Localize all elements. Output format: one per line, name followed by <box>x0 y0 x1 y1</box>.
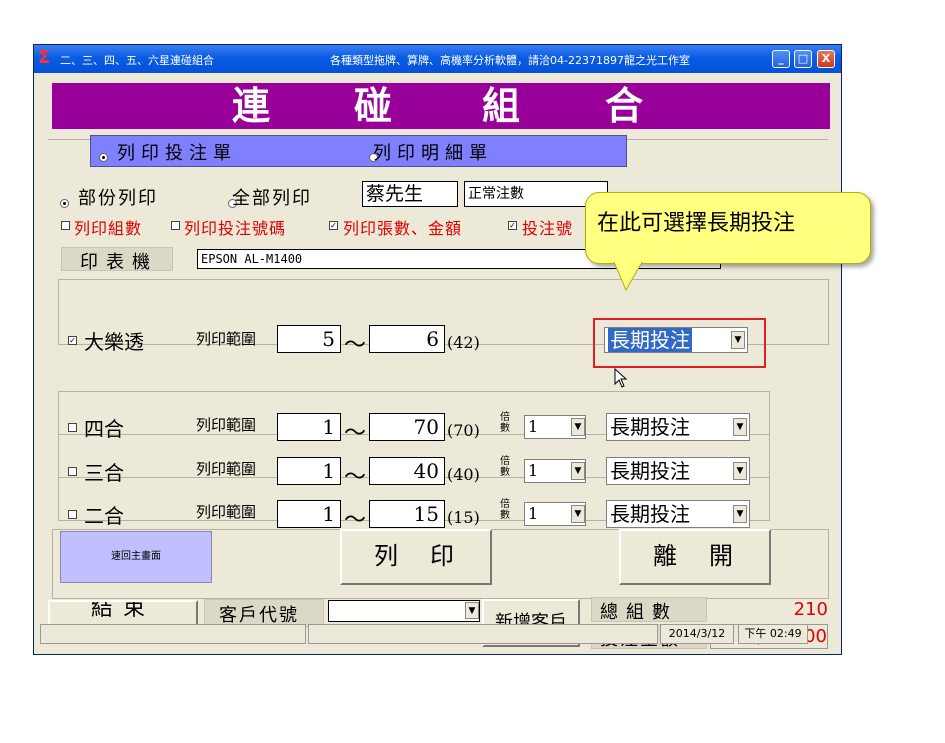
status-time: 下午 02:49 <box>738 624 808 644</box>
window-title: 二、三、四、五、六星連碰組合 <box>60 54 214 67</box>
group-count-label[interactable]: 列印組數 <box>74 215 142 239</box>
customer-code-select[interactable] <box>328 600 480 622</box>
chevron-down-icon[interactable]: ▼ <box>733 462 747 480</box>
bet-prefix-checkbox[interactable]: ✓ <box>508 221 517 230</box>
print-detail-label[interactable]: 列印明細單 <box>373 139 493 165</box>
partial-print-label[interactable]: 部份列印 <box>78 184 158 210</box>
two-range-label: 列印範圍 <box>196 503 257 521</box>
chevron-down-icon[interactable]: ▼ <box>571 462 585 480</box>
lotto-total: (42) <box>447 333 480 352</box>
three-to-input[interactable]: 40 <box>369 457 445 485</box>
three-range-label: 列印範圍 <box>196 460 257 478</box>
banner-char-2: 碰 <box>354 83 393 128</box>
three-from-input[interactable]: 1 <box>277 457 341 485</box>
highlight-box <box>593 318 766 368</box>
three-range-sep: ～ <box>344 465 367 490</box>
back-to-main-button[interactable]: 速回主畫面 <box>60 531 212 583</box>
four-to-input[interactable]: 70 <box>369 413 445 441</box>
partial-print-radio[interactable] <box>60 199 69 208</box>
print-button[interactable]: 列 印 <box>340 529 492 585</box>
print-mode-panel: 列印投注單 列印明細單 <box>90 135 627 167</box>
two-total: (15) <box>447 508 480 527</box>
banner-char-1: 連 <box>232 83 271 128</box>
total-groups-label: 總組數 <box>600 602 678 623</box>
chevron-down-icon[interactable]: ▼ <box>733 505 747 523</box>
printer-label: 印表機 <box>80 252 158 273</box>
lotto-range-sep: ～ <box>344 333 367 358</box>
two-to-input[interactable]: 15 <box>369 500 445 528</box>
customer-code-label-box: 客戶代號 <box>204 599 324 627</box>
three-total: (40) <box>447 465 480 484</box>
four-mult-label: 倍數 <box>500 412 510 434</box>
chevron-down-icon[interactable]: ▼ <box>571 505 585 523</box>
bet-numbers-label[interactable]: 列印投注號碼 <box>184 215 286 239</box>
chevron-down-icon[interactable]: ▼ <box>733 418 747 436</box>
status-cell-1 <box>40 624 306 644</box>
three-name[interactable]: 三合 <box>84 457 124 486</box>
two-from-input[interactable]: 1 <box>277 500 341 528</box>
close-button[interactable]: X <box>817 50 835 68</box>
lotto-from-input[interactable]: 5 <box>277 325 341 353</box>
group-count-checkbox[interactable] <box>61 221 70 230</box>
total-groups-label-box: 總組數 <box>591 597 707 623</box>
client-area: 連 碰 組 合 列印投注單 列印明細單 部份列印 全部列印 蔡先生 正常注數 列… <box>34 73 841 654</box>
printer-label-box: 印表機 <box>61 247 173 273</box>
all-print-label[interactable]: 全部列印 <box>232 184 312 210</box>
four-mode-select[interactable]: 長期投注 <box>606 413 750 441</box>
title-bar[interactable]: Σ 二、三、四、五、六星連碰組合 各種類型拖牌、算牌、高機率分析軟體，請洽04-… <box>34 45 841 73</box>
window-info: 各種類型拖牌、算牌、高機率分析軟體，請洽04-22371897龍之光工作室 <box>330 54 690 67</box>
banner-char-3: 組 <box>482 83 521 128</box>
status-date: 2014/3/12 <box>660 624 734 644</box>
three-mode-select[interactable]: 長期投注 <box>606 457 750 485</box>
two-mode-select[interactable]: 長期投注 <box>606 500 750 528</box>
sheets-amount-checkbox[interactable]: ✓ <box>329 221 338 230</box>
lotto-checkbox[interactable]: ✓ <box>68 336 77 345</box>
mouse-cursor-icon <box>614 368 628 388</box>
bet-prefix-label[interactable]: 投注號 <box>522 215 573 239</box>
four-checkbox[interactable] <box>68 423 77 432</box>
four-range-label: 列印範圍 <box>196 416 257 434</box>
sheets-amount-label[interactable]: 列印張數、金額 <box>343 215 462 239</box>
four-range-sep: ～ <box>344 421 367 446</box>
sigma-app-icon: Σ <box>38 47 51 68</box>
lotto-name[interactable]: 大樂透 <box>84 326 144 355</box>
two-name[interactable]: 二合 <box>84 500 124 529</box>
maximize-button[interactable]: □ <box>794 50 812 68</box>
four-from-input[interactable]: 1 <box>277 413 341 441</box>
three-checkbox[interactable] <box>68 467 77 476</box>
callout-text: 在此可選擇長期投注 <box>597 211 796 236</box>
four-total: (70) <box>447 421 480 440</box>
minimize-button[interactable]: _ <box>772 50 790 68</box>
print-bet-sheet-label[interactable]: 列印投注單 <box>117 139 237 165</box>
status-cell-2 <box>308 624 658 644</box>
three-mult-label: 倍數 <box>500 456 510 478</box>
total-groups-value: 210 <box>793 599 828 620</box>
print-bet-sheet-radio[interactable] <box>99 153 108 162</box>
lotto-to-input[interactable]: 6 <box>369 325 445 353</box>
title-banner: 連 碰 組 合 <box>52 83 830 129</box>
callout-pointer <box>613 262 643 292</box>
chevron-down-icon[interactable]: ▼ <box>465 602 479 619</box>
banner-char-4: 合 <box>605 83 644 128</box>
customer-name-field[interactable]: 蔡先生 <box>362 181 458 207</box>
chevron-down-icon[interactable]: ▼ <box>571 418 585 436</box>
app-window: Σ 二、三、四、五、六星連碰組合 各種類型拖牌、算牌、高機率分析軟體，請洽04-… <box>33 44 842 655</box>
four-name[interactable]: 四合 <box>84 413 124 442</box>
lotto-range-label: 列印範圍 <box>196 330 257 348</box>
bet-numbers-checkbox[interactable] <box>171 221 180 230</box>
two-checkbox[interactable] <box>68 510 77 519</box>
leave-button[interactable]: 離 開 <box>619 529 771 585</box>
two-mult-label: 倍數 <box>500 499 510 521</box>
